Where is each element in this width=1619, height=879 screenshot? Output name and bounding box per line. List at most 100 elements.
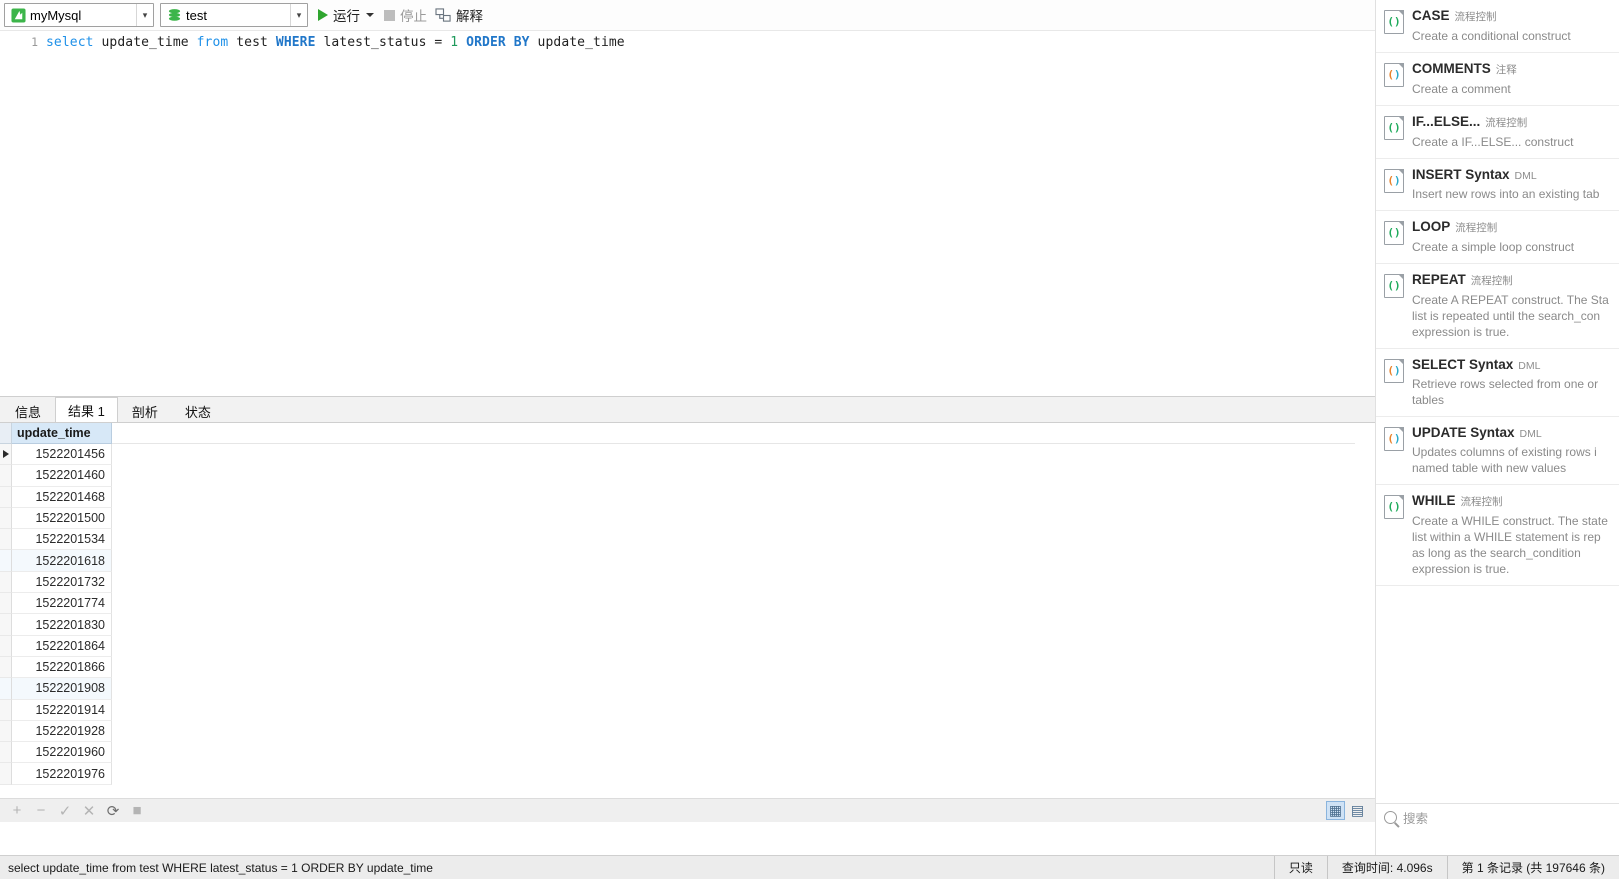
grid-row-filler: [112, 635, 1355, 657]
snippet-item-case[interactable]: () CASE 流程控制 Create a conditional construct: [1376, 0, 1619, 53]
chevron-down-icon[interactable]: ▾: [290, 4, 307, 26]
add-record-button[interactable]: +: [6, 801, 28, 821]
grid-cell[interactable]: 1522201864: [12, 635, 112, 657]
apply-change-button[interactable]: ✓: [54, 801, 76, 821]
row-indicator[interactable]: [0, 699, 12, 721]
row-indicator[interactable]: [0, 465, 12, 487]
explain-icon: [435, 7, 452, 23]
row-indicator[interactable]: [0, 678, 12, 700]
explain-button[interactable]: 解释: [431, 2, 487, 28]
table-row[interactable]: 1522201914: [0, 699, 1355, 721]
status-query-time: 查询时间: 4.096s: [1326, 855, 1447, 879]
row-indicator[interactable]: [0, 614, 12, 636]
row-indicator[interactable]: [0, 720, 12, 743]
row-indicator[interactable]: [0, 529, 12, 551]
snippet-item-selectsyntax[interactable]: () SELECT Syntax DML Retrieve rows selected…: [1376, 349, 1619, 417]
row-indicator[interactable]: [0, 742, 12, 764]
snippet-doc-icon: (): [1384, 167, 1412, 202]
grid-cell[interactable]: 1522201908: [12, 678, 112, 700]
row-indicator[interactable]: [0, 635, 12, 657]
grid-column-header-update-time[interactable]: update_time: [12, 423, 112, 444]
table-row[interactable]: 1522201618: [0, 550, 1355, 572]
result-tab-0[interactable]: 信息: [2, 399, 55, 422]
grid-view-toggle[interactable]: ▦: [1326, 801, 1345, 820]
stop-button[interactable]: 停止: [380, 2, 431, 28]
grid-cell[interactable]: 1522201914: [12, 699, 112, 721]
row-indicator[interactable]: [0, 444, 12, 466]
row-indicator[interactable]: [0, 593, 12, 615]
grid-cell[interactable]: 1522201976: [12, 763, 112, 785]
delete-record-button[interactable]: −: [30, 801, 52, 821]
table-row[interactable]: 1522201500: [0, 507, 1355, 530]
grid-row-filler: [112, 678, 1355, 700]
table-row[interactable]: 1522201774: [0, 593, 1355, 615]
snippet-item-updatesyntax[interactable]: () UPDATE Syntax DML Updates columns of exi…: [1376, 417, 1619, 485]
sql-code-line[interactable]: select update_time from test WHERE lates…: [46, 35, 625, 50]
sql-editor[interactable]: 1 select update_time from test WHERE lat…: [0, 30, 1375, 394]
row-indicator[interactable]: [0, 550, 12, 572]
database-select[interactable]: test ▾: [160, 3, 308, 27]
grid-cell[interactable]: 1522201732: [12, 571, 112, 594]
table-row[interactable]: 1522201468: [0, 486, 1355, 508]
status-sql-text: select update_time from test WHERE lates…: [8, 860, 433, 875]
snippet-category: 流程控制: [1485, 117, 1528, 129]
table-row[interactable]: 1522201460: [0, 465, 1355, 487]
sql-token-4: WHERE: [275, 35, 316, 50]
snippet-description: Retrieve rows selected from one or table…: [1412, 377, 1599, 407]
table-row[interactable]: 1522201534: [0, 529, 1355, 551]
row-indicator[interactable]: [0, 486, 12, 508]
snippet-item-loop[interactable]: () LOOP 流程控制 Create a simple loop construct: [1376, 211, 1619, 264]
grid-row-filler: [112, 550, 1355, 572]
stop-button[interactable]: ■: [126, 801, 148, 821]
snippet-category: 流程控制: [1455, 222, 1498, 234]
grid-cell[interactable]: 1522201456: [12, 444, 112, 466]
grid-row-filler: [112, 614, 1355, 636]
row-indicator[interactable]: [0, 763, 12, 785]
table-row[interactable]: 1522201976: [0, 763, 1355, 785]
table-row[interactable]: 1522201960: [0, 742, 1355, 764]
table-row[interactable]: 1522201864: [0, 635, 1355, 657]
grid-cell[interactable]: 1522201534: [12, 529, 112, 551]
snippet-item-comments[interactable]: () COMMENTS 注释 Create a comment: [1376, 53, 1619, 106]
table-row[interactable]: 1522201866: [0, 656, 1355, 679]
snippet-search-box[interactable]: 搜索: [1376, 803, 1619, 831]
table-row[interactable]: 1522201732: [0, 571, 1355, 594]
row-indicator[interactable]: [0, 656, 12, 679]
result-tab-3[interactable]: 状态: [171, 399, 224, 422]
grid-cell[interactable]: 1522201928: [12, 720, 112, 743]
result-grid[interactable]: update_time 1522201456 1522201460 15222014…: [0, 422, 1375, 798]
grid-cell[interactable]: 1522201460: [12, 465, 112, 487]
grid-header-row: update_time: [0, 423, 1355, 444]
snippet-item-insertsyntax[interactable]: () INSERT Syntax DML Insert new rows into a…: [1376, 159, 1619, 211]
row-indicator[interactable]: [0, 507, 12, 530]
snippet-item-ifelse[interactable]: () IF...ELSE... 流程控制 Create a IF...ELSE... …: [1376, 106, 1619, 159]
table-row[interactable]: 1522201908: [0, 678, 1355, 700]
grid-cell[interactable]: 1522201960: [12, 742, 112, 764]
table-row[interactable]: 1522201830: [0, 614, 1355, 636]
grid-cell[interactable]: 1522201866: [12, 656, 112, 679]
run-dropdown-caret-icon[interactable]: [366, 13, 374, 17]
result-tab-2[interactable]: 剖析: [118, 399, 171, 422]
grid-cell[interactable]: 1522201618: [12, 550, 112, 572]
form-view-toggle[interactable]: ▤: [1348, 801, 1367, 820]
sql-token-8: ORDER: [466, 35, 506, 50]
chevron-down-icon[interactable]: ▾: [136, 4, 153, 26]
snippet-item-while[interactable]: () WHILE 流程控制 Create a WHILE construct. The…: [1376, 485, 1619, 586]
discard-change-button[interactable]: ✕: [78, 801, 100, 821]
row-indicator[interactable]: [0, 571, 12, 594]
grid-cell[interactable]: 1522201500: [12, 507, 112, 530]
snippet-title: CASE 流程控制: [1412, 8, 1497, 23]
connection-select[interactable]: myMysql ▾: [4, 3, 154, 27]
grid-cell[interactable]: 1522201830: [12, 614, 112, 636]
grid-row-filler: [112, 593, 1355, 615]
table-row[interactable]: 1522201928: [0, 720, 1355, 743]
grid-corner-cell[interactable]: [0, 423, 12, 444]
result-tab-1[interactable]: 结果 1: [55, 397, 118, 422]
view-toggle-group: ▦ ▤: [1323, 801, 1375, 820]
grid-cell[interactable]: 1522201468: [12, 486, 112, 508]
grid-cell[interactable]: 1522201774: [12, 593, 112, 615]
refresh-button[interactable]: ⟳: [102, 801, 124, 821]
snippet-item-repeat[interactable]: () REPEAT 流程控制 Create A REPEAT construct. T…: [1376, 264, 1619, 349]
table-row[interactable]: 1522201456: [0, 444, 1355, 466]
run-button[interactable]: 运行: [314, 2, 380, 28]
